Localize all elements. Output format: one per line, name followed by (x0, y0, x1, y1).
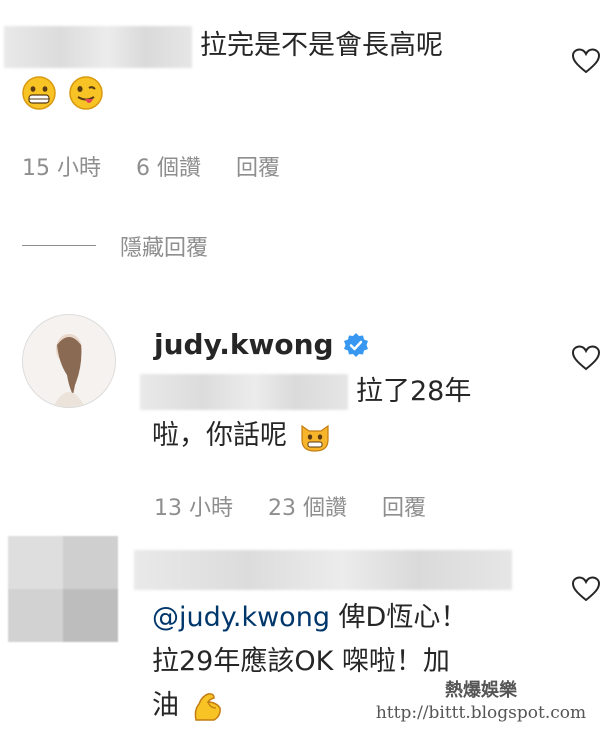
reply2-line1: @judy.kwong 俾D恆心！ (152, 598, 467, 638)
comment-likes[interactable]: 6 個讚 (136, 156, 201, 181)
hide-replies-button[interactable]: 隱藏回覆 (120, 230, 208, 262)
heart-icon[interactable] (572, 48, 600, 74)
reply-text-line2: 啦，你話呢 (152, 416, 332, 456)
comment-1: 拉完是不是會長高呢 15 小時 6 個讚 回覆 (0, 0, 608, 230)
avatar[interactable] (22, 314, 116, 408)
tongue-face-emoji (69, 76, 103, 110)
divider-line (22, 245, 96, 246)
username[interactable]: judy.kwong (154, 328, 334, 361)
grinning-cat-emoji (300, 424, 329, 452)
reply-time: 13 小時 (154, 496, 233, 521)
emoji-row (22, 76, 103, 112)
reply-judy: judy.kwong 拉了28年 啦，你話呢 13 小時 23 個讚 回覆 (0, 300, 608, 530)
reply2-text-line1: 俾D恆心！ (338, 602, 468, 633)
watermark-url: http://bittt.blogspot.com (375, 703, 587, 723)
reply-meta: 13 小時 23 個讚 回覆 (154, 490, 454, 522)
reply-text-line1: 拉了28年 (356, 376, 472, 407)
reply-likes[interactable]: 23 個讚 (268, 496, 347, 521)
comment-time: 15 小時 (22, 156, 101, 181)
reply-button[interactable]: 回覆 (382, 496, 426, 521)
grinning-face-emoji (22, 76, 56, 110)
flexed-biceps-emoji (194, 692, 221, 721)
reply-button[interactable]: 回覆 (236, 156, 280, 181)
heart-icon[interactable] (572, 576, 600, 602)
redacted-mention (140, 374, 348, 410)
comment-meta: 15 小時 6 個讚 回覆 (22, 150, 308, 182)
avatar-redacted (8, 536, 118, 642)
reply-text-line2-text: 啦，你話呢 (152, 420, 287, 451)
comment-text: 拉完是不是會長高呢 (200, 30, 443, 61)
watermark: 熱爆娛樂 http://bittt.blogspot.com (356, 680, 606, 724)
verified-badge-icon (344, 333, 368, 357)
heart-icon[interactable] (572, 345, 600, 371)
reply2-text-line2: 拉29年應該OK 㗎啦！加 (152, 646, 450, 677)
reply2-text-line3: 油 (152, 690, 179, 721)
avatar-image (23, 315, 115, 407)
watermark-title: 熱爆娛樂 (445, 680, 517, 701)
reply2-line3: 油 (152, 686, 224, 726)
redacted-username (4, 26, 192, 68)
mention-link[interactable]: @judy.kwong (152, 602, 330, 633)
redacted-username (134, 550, 512, 590)
